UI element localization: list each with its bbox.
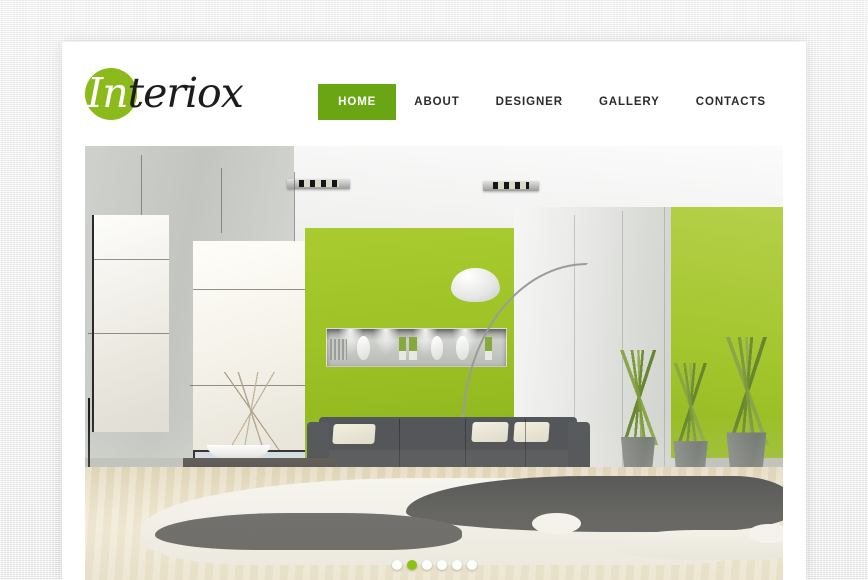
- planter-grass: [611, 349, 668, 446]
- site-logo[interactable]: Interiox: [85, 62, 275, 128]
- logo-prefix: In: [87, 69, 129, 117]
- niche-small-plant: [409, 337, 417, 360]
- main-navigation: HOME ABOUT DESIGNER GALLERY CONTACTS: [318, 84, 784, 120]
- nav-item-gallery[interactable]: GALLERY: [581, 84, 678, 120]
- niche-oval-decor: [357, 335, 370, 360]
- rug-white-dot: [748, 523, 783, 544]
- window-blind-left: [91, 215, 169, 433]
- nav-item-designer[interactable]: DESIGNER: [478, 84, 581, 120]
- slider-dot-3[interactable]: [421, 560, 432, 570]
- blind-cable: [140, 154, 142, 216]
- niche-light-glow: [373, 329, 399, 356]
- slider-dot-5[interactable]: [451, 560, 462, 570]
- ceiling-spotlight-icon: [287, 178, 351, 189]
- blind-slat: [91, 258, 169, 260]
- throw-pillow: [513, 422, 550, 442]
- decorative-branches: [203, 371, 302, 450]
- rug-dark-shape: [154, 512, 462, 550]
- slider-dot-6[interactable]: [466, 560, 477, 570]
- blind-slat: [193, 289, 316, 291]
- logo-wordmark: Interiox: [87, 66, 287, 120]
- niche-oval-decor: [430, 335, 444, 360]
- niche-oval-decor: [456, 335, 469, 360]
- blind-cable: [221, 167, 223, 233]
- slider-dot-1[interactable]: [391, 560, 402, 570]
- hero-slide-image: [85, 146, 783, 580]
- site-header: Interiox HOME ABOUT DESIGNER GALLERY CON…: [62, 42, 806, 146]
- nav-item-home[interactable]: HOME: [318, 84, 397, 120]
- nav-item-contacts[interactable]: CONTACTS: [678, 84, 784, 120]
- slider-dot-2[interactable]: [406, 560, 417, 570]
- slider-dot-4[interactable]: [436, 560, 447, 570]
- page-container: Interiox HOME ABOUT DESIGNER GALLERY CON…: [62, 42, 806, 580]
- ceiling-spotlight-icon: [482, 180, 539, 191]
- hero-slider[interactable]: [85, 146, 783, 580]
- slider-pagination: [85, 560, 783, 570]
- niche-small-plant: [398, 337, 406, 360]
- throw-pillow: [332, 423, 376, 444]
- blind-slat: [88, 332, 169, 334]
- niche-books: [330, 338, 347, 360]
- planter-grass: [664, 363, 721, 450]
- throw-pillow: [471, 422, 510, 442]
- logo-suffix: teriox: [127, 69, 244, 117]
- planter-grass: [716, 336, 780, 446]
- nav-item-about[interactable]: ABOUT: [396, 84, 477, 120]
- rug-white-dot: [531, 512, 581, 535]
